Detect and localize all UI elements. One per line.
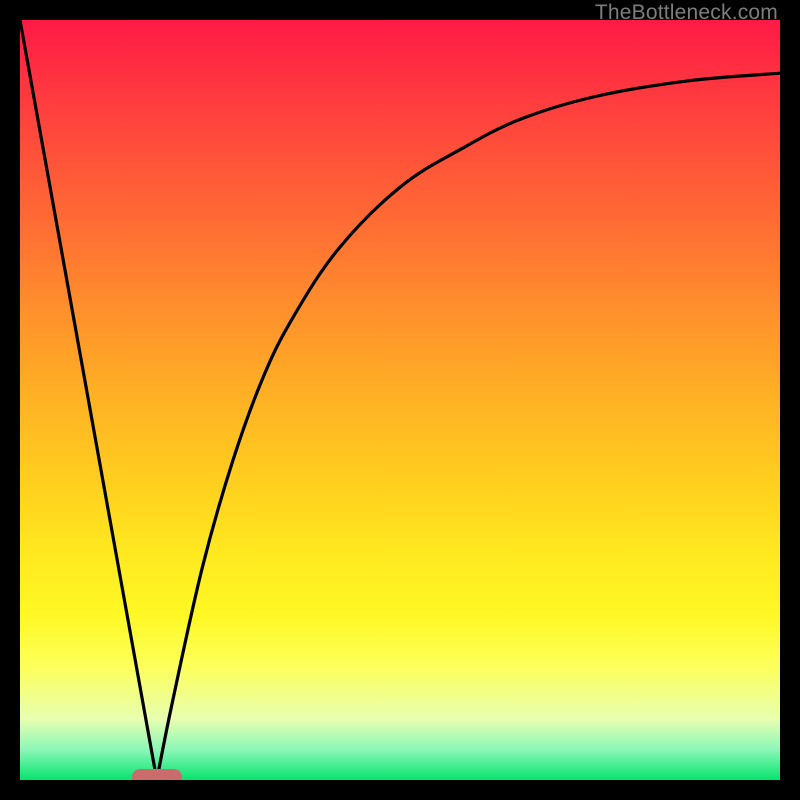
chart-frame: TheBottleneck.com [0, 0, 800, 800]
optimal-marker [132, 769, 182, 780]
bottleneck-curve [20, 20, 780, 780]
plot-area [20, 20, 780, 780]
